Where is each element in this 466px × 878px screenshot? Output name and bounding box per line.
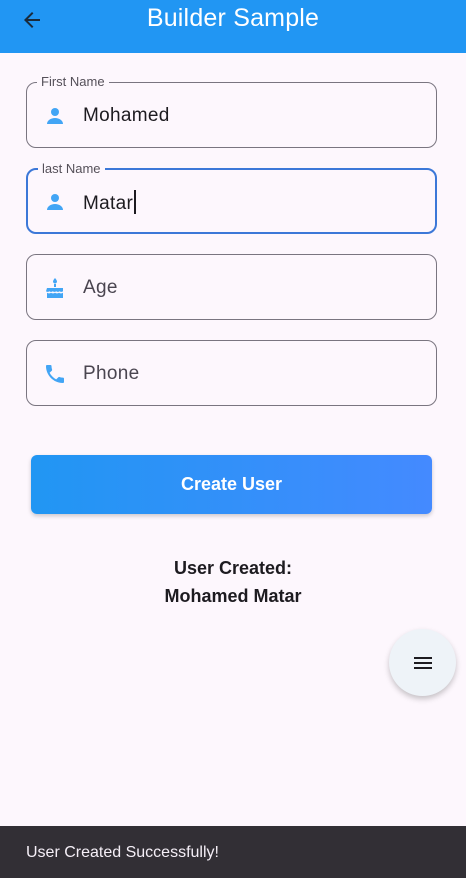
person-icon [43,104,67,128]
create-user-button[interactable]: Create User [31,455,432,514]
menu-icon [413,656,432,669]
first-name-field[interactable]: First Name Mohamed [26,74,437,148]
result-heading: User Created: [173,558,293,578]
result-name: Mohamed Matar [164,586,302,606]
first-name-value: Mohamed [83,105,170,126]
phone-placeholder: Phone [83,363,140,384]
phone-field[interactable]: Phone [26,340,437,406]
last-name-field[interactable]: last Name Matar [26,161,437,234]
age-field[interactable]: Age [26,254,437,320]
age-placeholder: Age [83,277,118,298]
last-name-label: last Name [38,161,105,177]
person-icon [43,190,67,214]
snackbar-message: User Created Successfully! [26,844,219,861]
first-name-label: First Name [37,74,109,90]
last-name-input[interactable]: Matar [83,190,137,216]
page-title: Builder Sample [146,4,320,32]
text-caret [134,190,137,214]
phone-icon [43,362,67,386]
snackbar: User Created Successfully! [0,826,466,878]
last-name-value: Matar [83,193,134,214]
result-text: User Created: Mohamed Matar [0,554,466,610]
app-bar: Builder Sample [0,0,466,53]
cake-icon [43,276,67,300]
menu-fab[interactable] [389,629,456,696]
